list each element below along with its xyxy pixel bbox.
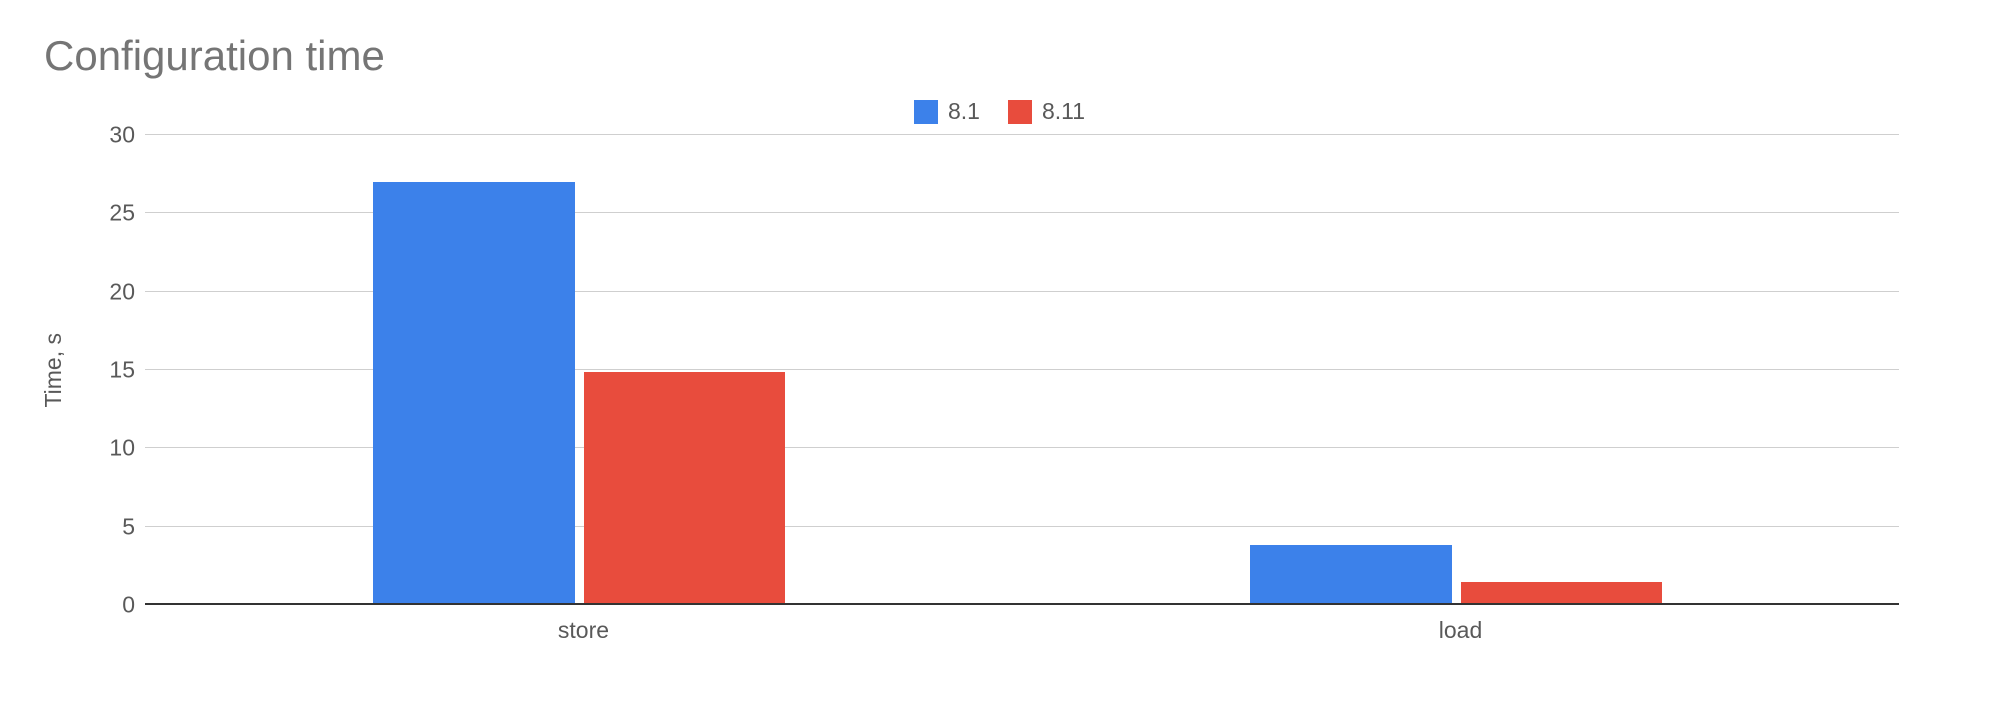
bar-load-8-1 xyxy=(1250,545,1452,605)
ytick-0: 0 xyxy=(122,592,135,619)
bar-store-8-11 xyxy=(584,372,786,605)
legend-item-1: 8.11 xyxy=(1008,98,1085,125)
x-tick-0: store xyxy=(145,617,1022,644)
legend-label-1: 8.11 xyxy=(1042,98,1085,125)
chart-container: Configuration time 8.1 8.11 Time, s 0 5 … xyxy=(0,0,1999,710)
x-tick-1: load xyxy=(1022,617,1899,644)
legend-label-0: 8.1 xyxy=(948,98,980,125)
legend: 8.1 8.11 xyxy=(40,98,1959,125)
ytick-6: 30 xyxy=(109,122,135,149)
y-axis-label: Time, s xyxy=(40,333,80,408)
bar-load-8-11 xyxy=(1461,582,1663,606)
y-axis-ticks: 0 5 10 15 20 25 30 xyxy=(80,135,145,605)
ytick-2: 10 xyxy=(109,435,135,462)
ytick-4: 20 xyxy=(109,278,135,305)
ytick-5: 25 xyxy=(109,200,135,227)
bar-group-load xyxy=(1022,135,1899,605)
bar-store-8-1 xyxy=(373,182,575,605)
plot-area xyxy=(145,135,1899,605)
plot-row: Time, s 0 5 10 15 20 25 30 xyxy=(40,135,1959,605)
ytick-3: 15 xyxy=(109,357,135,384)
legend-swatch-1 xyxy=(1008,100,1032,124)
legend-item-0: 8.1 xyxy=(914,98,980,125)
chart-title: Configuration time xyxy=(44,32,1959,80)
legend-swatch-0 xyxy=(914,100,938,124)
x-axis-line xyxy=(145,603,1899,605)
ytick-1: 5 xyxy=(122,513,135,540)
bar-group-store xyxy=(145,135,1022,605)
x-axis: store load xyxy=(145,605,1899,665)
